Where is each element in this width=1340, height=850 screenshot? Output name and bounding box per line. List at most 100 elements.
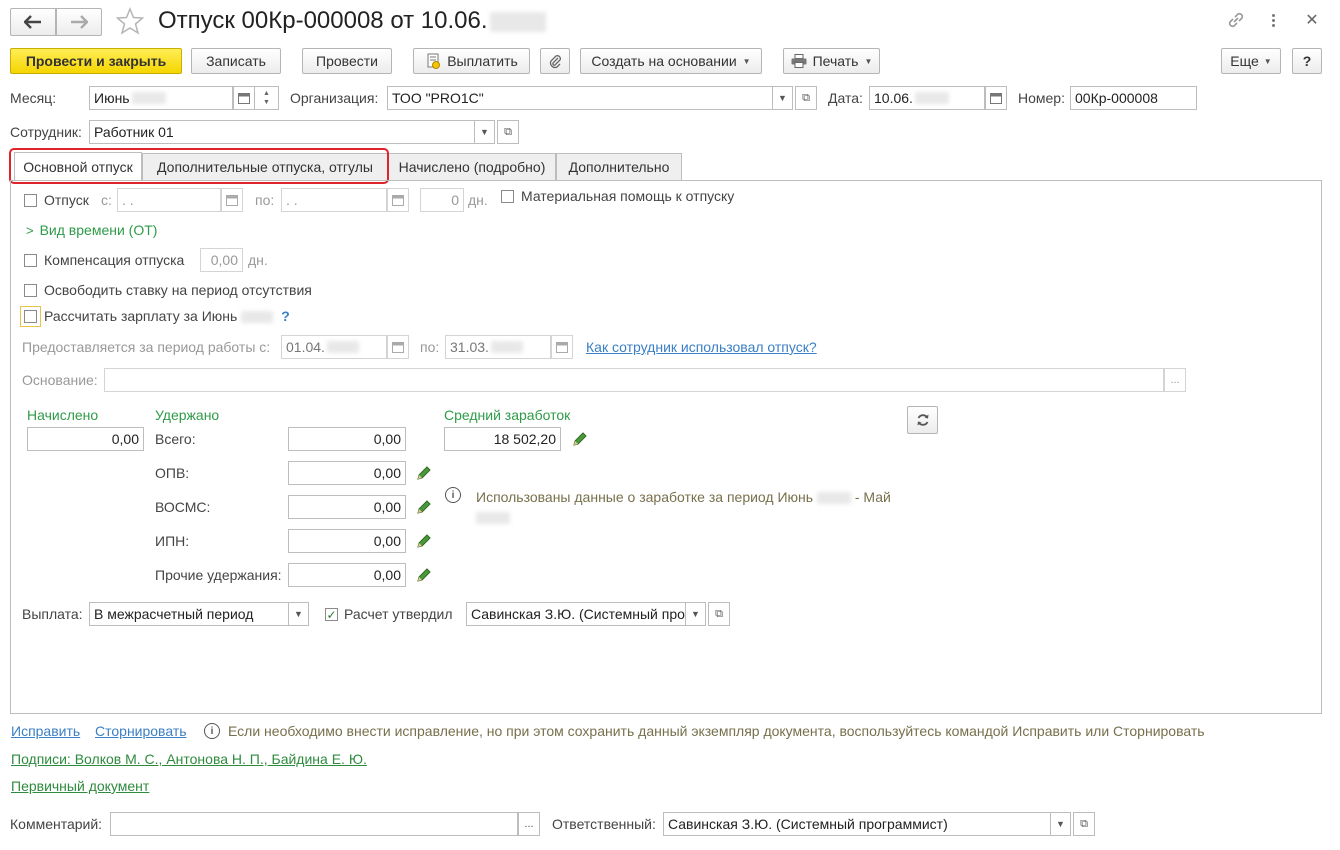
chevron-right-icon: >	[26, 223, 34, 238]
tab-additional[interactable]: Дополнительно	[556, 153, 682, 180]
period-to-value: 31.03.	[450, 339, 489, 355]
compensation-days-input[interactable]: 0,00	[200, 248, 243, 272]
period-label: Предоставляется за период работы с:	[22, 339, 271, 355]
edit-pencil-icon[interactable]	[416, 465, 432, 481]
date-calendar-button[interactable]	[985, 86, 1007, 110]
material-help-checkbox[interactable]	[501, 190, 514, 203]
fix-link[interactable]: Исправить	[11, 723, 80, 739]
payout-select[interactable]: В межрасчетный период	[89, 602, 289, 626]
edit-pencil-icon[interactable]	[416, 567, 432, 583]
primary-document-link[interactable]: Первичный документ	[11, 778, 149, 794]
post-button[interactable]: Провести	[302, 48, 392, 74]
edit-pencil-icon[interactable]	[416, 499, 432, 515]
organization-input[interactable]: ТОО "PRO1C"	[387, 86, 773, 110]
storno-link[interactable]: Сторнировать	[95, 723, 187, 739]
basis-select-button[interactable]: ...	[1164, 368, 1186, 392]
approved-open-button[interactable]: ⧉	[708, 602, 730, 626]
spin-down-icon[interactable]: ▼	[263, 98, 270, 107]
help-button[interactable]: ?	[1292, 48, 1322, 74]
link-icon[interactable]	[1226, 10, 1246, 30]
calendar-icon	[238, 93, 250, 104]
create-based-on-button[interactable]: Создать на основании ▼	[580, 48, 762, 74]
blurred-year	[326, 341, 359, 353]
print-button[interactable]: Печать ▼	[783, 48, 880, 74]
comment-expand-button[interactable]: ...	[518, 812, 540, 836]
vacation-from-input[interactable]: . .	[117, 188, 221, 212]
chevron-down-icon: ▼	[691, 609, 700, 619]
withheld-total-label: Всего:	[155, 431, 196, 447]
calendar-button[interactable]	[233, 86, 255, 110]
calc-salary-checkbox[interactable]	[24, 310, 37, 323]
attach-button[interactable]	[540, 48, 570, 74]
period-from-input[interactable]: 01.04.	[281, 335, 387, 359]
blurred-year	[489, 11, 546, 32]
edit-pencil-icon[interactable]	[572, 431, 588, 447]
period-to-calendar[interactable]	[551, 335, 573, 359]
vacation-days-input[interactable]: 0	[420, 188, 464, 212]
withheld-other-input[interactable]: 0,00	[288, 563, 406, 587]
responsible-dropdown-button[interactable]: ▼	[1051, 812, 1071, 836]
payout-dropdown-button[interactable]: ▼	[289, 602, 309, 626]
calc-salary-hint[interactable]: ?	[281, 308, 290, 324]
comment-input[interactable]	[110, 812, 518, 836]
pay-button[interactable]: Выплатить	[413, 48, 530, 74]
calendar-icon	[392, 342, 404, 353]
paperclip-icon	[549, 55, 561, 69]
withheld-opv-input[interactable]: 0,00	[288, 461, 406, 485]
month-spinner[interactable]: ▲ ▼	[255, 86, 279, 110]
vacation-to-calendar[interactable]	[387, 188, 409, 212]
page-title-text: Отпуск 00Кр-000008 от 10.06.	[158, 7, 488, 34]
period-to-input[interactable]: 31.03.	[445, 335, 551, 359]
responsible-open-button[interactable]: ⧉	[1073, 812, 1095, 836]
employee-open-button[interactable]: ⧉	[497, 120, 519, 144]
more-vertical-icon[interactable]	[1266, 10, 1280, 30]
compensation-checkbox[interactable]	[24, 254, 37, 267]
withheld-ipn-input[interactable]: 0,00	[288, 529, 406, 553]
spin-up-icon[interactable]: ▲	[263, 89, 270, 98]
release-rate-checkbox[interactable]	[24, 284, 37, 297]
chevron-down-icon: ▼	[742, 56, 751, 66]
number-input[interactable]: 00Кр-000008	[1070, 86, 1197, 110]
edit-pencil-icon[interactable]	[416, 533, 432, 549]
date-input[interactable]: 10.06.	[869, 86, 985, 110]
calc-salary-label: Рассчитать зарплату за Июнь ?	[44, 308, 290, 324]
approved-by-input[interactable]: Савинская З.Ю. (Системный про	[466, 602, 686, 626]
period-from-calendar[interactable]	[387, 335, 409, 359]
avg-earnings-input[interactable]: 18 502,20	[444, 427, 561, 451]
refresh-button[interactable]	[907, 406, 938, 434]
signatures-link[interactable]: Подписи: Волков М. С., Антонова Н. П., Б…	[11, 751, 367, 767]
time-type-expander[interactable]: > Вид времени (ОТ)	[26, 222, 157, 238]
vacation-from-label: с:	[101, 192, 112, 208]
employee-input[interactable]: Работник 01	[89, 120, 475, 144]
responsible-input[interactable]: Савинская З.Ю. (Системный программист)	[663, 812, 1051, 836]
withheld-total-input[interactable]: 0,00	[288, 427, 406, 451]
withheld-other-label: Прочие удержания:	[155, 567, 282, 583]
month-input[interactable]: Июнь	[89, 86, 233, 110]
accrued-input[interactable]: 0,00	[27, 427, 144, 451]
vacation-from-calendar[interactable]	[221, 188, 243, 212]
organization-dropdown-button[interactable]: ▼	[773, 86, 793, 110]
basis-input[interactable]	[104, 368, 1164, 392]
post-and-close-button[interactable]: Провести и закрыть	[10, 48, 182, 74]
vacation-checkbox[interactable]	[24, 194, 37, 207]
vacation-usage-link[interactable]: Как сотрудник использовал отпуск?	[586, 339, 817, 355]
approved-dropdown-button[interactable]: ▼	[686, 602, 706, 626]
close-icon[interactable]: ✕	[1302, 10, 1322, 30]
tab-accrued-detailed[interactable]: Начислено (подробно)	[388, 153, 556, 180]
approved-checkbox[interactable]: ✓	[325, 608, 338, 621]
forward-button[interactable]	[56, 8, 102, 36]
favorite-star-icon[interactable]	[115, 7, 145, 35]
save-button[interactable]: Записать	[191, 48, 281, 74]
withheld-title: Удержано	[155, 407, 220, 423]
calc-salary-checkbox-frame[interactable]	[20, 306, 41, 327]
more-actions-button[interactable]: Еще ▼	[1221, 48, 1281, 74]
back-button[interactable]	[10, 8, 56, 36]
withheld-vosms-input[interactable]: 0,00	[288, 495, 406, 519]
employee-dropdown-button[interactable]: ▼	[475, 120, 495, 144]
chevron-down-icon: ▼	[1056, 819, 1065, 829]
release-rate-label: Освободить ставку на период отсутствия	[44, 282, 312, 298]
vacation-to-input[interactable]: . .	[281, 188, 387, 212]
organization-open-button[interactable]: ⧉	[795, 86, 817, 110]
blurred-year	[131, 92, 166, 104]
arrow-right-icon	[71, 15, 88, 29]
